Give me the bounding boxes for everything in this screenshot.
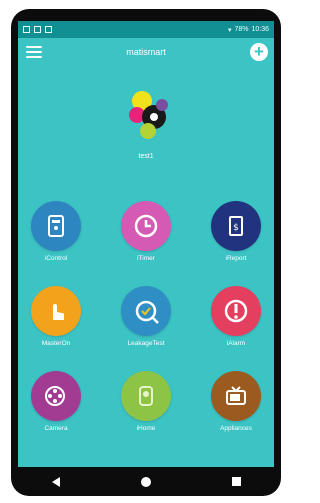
tile-masteron[interactable]: MasterOn: [20, 286, 92, 364]
tile-icontrol[interactable]: iControl: [20, 201, 92, 279]
app-screen: ▾ 78% 10:36 matismart + test1 iControl i…: [18, 21, 274, 467]
plus-circle-icon[interactable]: +: [250, 43, 268, 61]
user-name: test1: [138, 153, 154, 160]
tile-label: iControl: [44, 255, 68, 262]
tile-label: Camera: [44, 425, 68, 432]
app-bar: matismart +: [18, 38, 274, 66]
recent-apps-icon[interactable]: [226, 472, 246, 492]
tile-appliances[interactable]: Appliances: [200, 371, 272, 449]
leakage-meter-icon: [121, 286, 171, 336]
tile-label: iHome: [136, 425, 156, 432]
camera-reel-icon: [31, 371, 81, 421]
tile-ialarm[interactable]: iAlarm: [200, 286, 272, 364]
back-icon[interactable]: [46, 472, 66, 492]
status-bar: ▾ 78% 10:36: [18, 21, 274, 38]
tile-label: iTimer: [137, 255, 155, 262]
tile-label: MasterOn: [41, 340, 71, 347]
app-title: matismart: [126, 47, 166, 57]
report-icon: $: [211, 201, 261, 251]
tile-label: iAlarm: [226, 340, 246, 347]
home-circle-icon[interactable]: [136, 472, 156, 492]
tile-ireport[interactable]: $ iReport: [200, 201, 272, 279]
tile-ihome[interactable]: iHome: [110, 371, 182, 449]
system-nav-bar: [11, 467, 281, 496]
remote-icon: [31, 201, 81, 251]
hand-touch-icon: [31, 286, 81, 336]
home-icon: [121, 371, 171, 421]
tile-label: Appliances: [220, 425, 252, 432]
signal-icon: [34, 26, 41, 33]
tile-camera[interactable]: Camera: [20, 371, 92, 449]
tv-icon: [211, 371, 261, 421]
alarm-icon: [211, 286, 261, 336]
tile-leakagetest[interactable]: LeakageTest: [110, 286, 182, 364]
hamburger-icon[interactable]: [26, 46, 42, 58]
phone-frame: ▾ 78% 10:36 matismart + test1 iControl i…: [11, 9, 281, 496]
sim-icon: [23, 26, 30, 33]
tile-label: LeakageTest: [127, 340, 165, 347]
tile-label: iReport: [225, 255, 247, 262]
battery-percent: 78%: [234, 26, 249, 33]
svg-text:$: $: [233, 223, 239, 233]
photo-icon: [45, 26, 52, 33]
tile-itimer[interactable]: iTimer: [110, 201, 182, 279]
clock-icon: [121, 201, 171, 251]
app-logo: [129, 91, 168, 139]
status-time: 10:36: [251, 26, 269, 33]
wifi-icon: ▾: [227, 26, 232, 34]
